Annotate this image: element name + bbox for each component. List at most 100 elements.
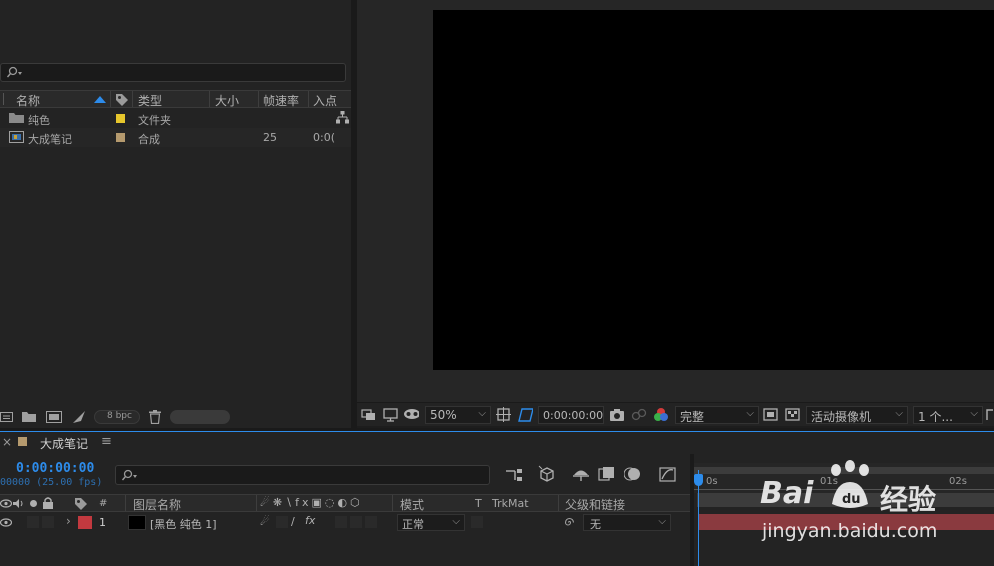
layer-number-column[interactable]: # — [99, 498, 107, 509]
layer-label-color[interactable] — [78, 516, 92, 529]
blend-mode-dropdown[interactable]: 正常 ⌵ — [397, 514, 465, 531]
project-search-input[interactable] — [0, 63, 346, 82]
track-matte-column[interactable]: TrkMat — [492, 497, 529, 510]
quality-switch-icon[interactable]: ∕ — [291, 515, 295, 528]
hide-shy-layers-icon[interactable] — [572, 466, 590, 482]
pick-whip-icon[interactable] — [563, 516, 576, 529]
collapse-switch[interactable] — [276, 516, 288, 528]
transparency-grid-icon[interactable] — [517, 407, 533, 423]
toggle-transparency-grid-icon[interactable] — [785, 407, 801, 423]
monitor-icon[interactable] — [383, 407, 399, 423]
layer-column-header: # 图层名称 ☄❋∖fx▣◌◐⬡ 模式 T TrkMat 父级和链接 — [0, 494, 690, 512]
color-channels-icon[interactable] — [653, 407, 669, 423]
preserve-transparency-column[interactable]: T — [475, 497, 482, 510]
frame-blend-switch[interactable] — [335, 516, 347, 528]
current-time-display[interactable]: 0:00:00:00 — [16, 461, 94, 476]
audio-icon[interactable] — [13, 498, 25, 509]
watermark-url: jingyan.baidu.com — [762, 520, 938, 542]
audio-toggle[interactable] — [27, 516, 39, 528]
parent-value: 无 — [590, 518, 601, 531]
label-color-swatch[interactable] — [116, 114, 125, 123]
video-visibility-icon[interactable] — [0, 498, 12, 509]
label-tag-icon[interactable] — [115, 93, 129, 106]
resolution-dropdown[interactable]: 完整 ⌵ — [675, 406, 759, 424]
parent-dropdown[interactable]: 无 ⌵ — [583, 514, 671, 531]
project-item-composition[interactable]: 大成笔记 合成 25 0:0( — [0, 128, 351, 147]
layer-row[interactable]: › 1 [黑色 纯色 1] ☄ ∕ fx 正常 ⌵ 无 ⌵ — [0, 513, 690, 532]
camera-view-dropdown[interactable]: 活动摄像机 ⌵ — [806, 406, 908, 424]
label-color-swatch[interactable] — [116, 133, 125, 142]
frame-blending-icon[interactable] — [598, 466, 616, 482]
magnification-dropdown[interactable]: 50% ⌵ — [425, 406, 491, 424]
search-icon — [6, 66, 22, 78]
solo-icon[interactable] — [29, 499, 38, 508]
flowchart-icon[interactable] — [336, 111, 349, 124]
column-size[interactable]: 大小 — [215, 92, 239, 109]
chevron-down-icon: ⌵ — [895, 408, 903, 419]
sort-ascending-icon[interactable] — [94, 96, 106, 104]
project-item-framerate: 25 — [263, 131, 277, 144]
resolution-value: 完整 — [680, 410, 705, 424]
solid-thumbnail — [128, 515, 146, 530]
region-of-interest-icon[interactable] — [496, 407, 512, 423]
thumbnail-scrollbar[interactable] — [170, 410, 230, 424]
comp-label-swatch — [18, 437, 27, 446]
always-preview-icon[interactable] — [361, 407, 377, 423]
paw-logo-icon: du — [831, 460, 869, 508]
project-item-folder[interactable]: 纯色 文件夹 — [0, 109, 351, 128]
mode-column[interactable]: 模式 — [400, 496, 424, 513]
layer-index: 1 — [99, 516, 106, 529]
project-item-in-point: 0:0( — [313, 131, 335, 144]
effects-switch-icon[interactable]: fx — [305, 514, 315, 527]
composition-mini-flowchart-icon[interactable] — [505, 467, 523, 483]
expand-chevron-icon[interactable]: › — [66, 514, 71, 528]
playhead-handle[interactable] — [694, 474, 703, 486]
layer-name[interactable]: [黑色 纯色 1] — [150, 516, 217, 532]
adjustment-layer-switch[interactable] — [365, 516, 377, 528]
new-folder-icon[interactable] — [22, 411, 36, 423]
baidu-jingyan-watermark: Bai du 经验 jingyan.baidu.com — [760, 458, 994, 548]
watermark-brand-right: 经验 — [880, 483, 937, 516]
layer-search-input[interactable] — [115, 465, 490, 485]
column-in-point[interactable]: 入点 — [313, 92, 337, 109]
motion-blur-icon[interactable] — [624, 466, 642, 482]
preserve-transparency-toggle[interactable] — [471, 516, 483, 528]
chevron-down-icon: ⌵ — [452, 516, 460, 527]
interpret-footage-icon[interactable] — [0, 411, 14, 423]
column-type[interactable]: 类型 — [138, 92, 162, 109]
blend-mode-value: 正常 — [402, 518, 424, 531]
current-time-field[interactable]: 0:00:00:00 — [538, 406, 604, 424]
panel-menu-icon[interactable]: ≡ — [101, 434, 112, 449]
label-tag-icon[interactable] — [74, 497, 88, 510]
composition-icon — [9, 131, 24, 143]
chevron-down-icon: ⌵ — [970, 408, 978, 419]
new-composition-icon[interactable] — [46, 410, 62, 424]
parent-link-column[interactable]: 父级和链接 — [565, 496, 625, 513]
motion-blur-switch[interactable] — [350, 516, 362, 528]
column-framerate[interactable]: 帧速率 — [263, 92, 299, 109]
draft-3d-icon[interactable] — [538, 465, 556, 483]
composition-canvas[interactable] — [433, 10, 994, 370]
fast-previews-icon[interactable] — [763, 407, 779, 423]
layer-name-column[interactable]: 图层名称 — [133, 496, 181, 513]
eye-icon[interactable] — [0, 517, 12, 528]
bit-depth-button[interactable]: 8 bpc — [107, 411, 132, 421]
chevron-down-icon: ⌵ — [658, 516, 666, 527]
camera-view-value: 活动摄像机 — [811, 410, 872, 424]
watermark-brand-left: Bai — [760, 476, 814, 511]
close-tab-icon[interactable]: × — [2, 435, 12, 449]
project-item-name: 大成笔记 — [28, 133, 72, 146]
timeline-tab-title[interactable]: 大成笔记 — [40, 435, 88, 452]
graph-editor-icon[interactable] — [659, 466, 677, 482]
project-settings-icon[interactable] — [72, 410, 86, 424]
mask-visibility-icon[interactable] — [403, 407, 419, 423]
camera-snapshot-icon[interactable] — [609, 407, 625, 423]
lock-toggle[interactable] — [42, 516, 54, 528]
view-layout-dropdown[interactable]: 1 个... ⌵ — [913, 406, 983, 424]
show-snapshot-icon[interactable] — [631, 407, 647, 423]
shy-switch-icon[interactable]: ☄ — [260, 515, 270, 528]
trash-icon[interactable] — [149, 410, 161, 424]
column-name[interactable]: 名称 — [16, 92, 40, 109]
share-view-icon[interactable] — [985, 407, 994, 423]
lock-icon[interactable] — [42, 497, 54, 509]
